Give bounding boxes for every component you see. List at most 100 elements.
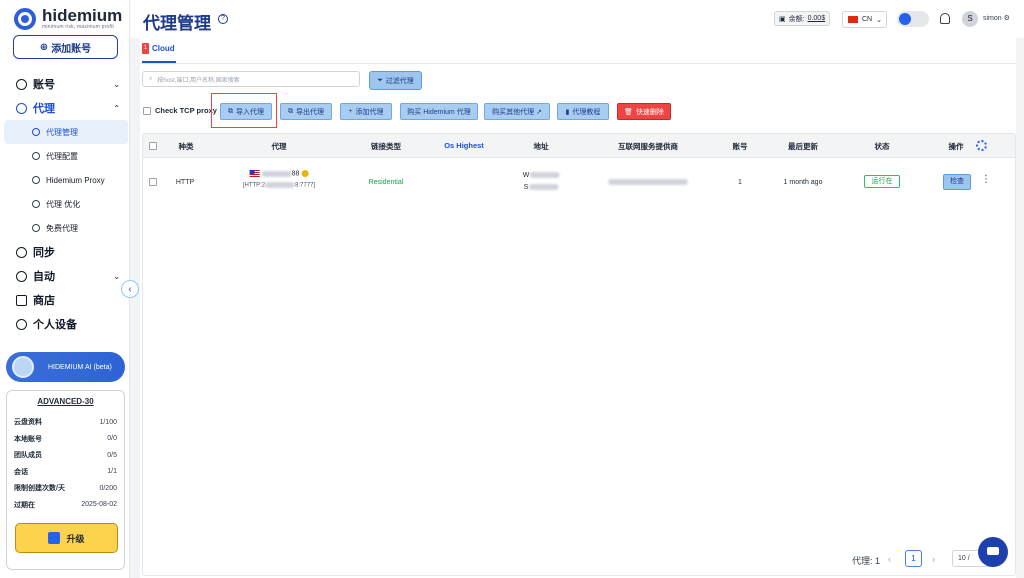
avatar[interactable]: S bbox=[962, 11, 978, 27]
col-actions: 操作 bbox=[948, 142, 964, 151]
col-last-update: 最后更新 bbox=[788, 142, 818, 151]
sidebar-subitem-proxy-management[interactable]: 代理管理 bbox=[4, 120, 128, 144]
cell-link-type: Residential bbox=[368, 179, 404, 186]
check-tcp-proxy[interactable]: Check TCP proxy bbox=[143, 106, 217, 115]
coin-icon bbox=[301, 170, 309, 177]
masked-host bbox=[261, 170, 292, 177]
us-flag-icon bbox=[249, 170, 260, 177]
cell-proxy-port: [HTTP:2 8:7777] bbox=[242, 182, 316, 189]
plus-icon: + bbox=[348, 108, 353, 115]
cell-isp bbox=[608, 179, 688, 186]
chevron-down-icon: ⌄ bbox=[113, 271, 120, 281]
export-proxy-button[interactable]: ⧉ 导出代理 bbox=[280, 103, 332, 120]
cell-address-1: W bbox=[523, 172, 560, 179]
chat-support-icon[interactable] bbox=[978, 537, 1008, 567]
checkbox[interactable] bbox=[143, 106, 151, 115]
plan-name[interactable]: ADVANCED-30 bbox=[14, 397, 117, 406]
cell-proxy-host: 88 bbox=[249, 170, 309, 177]
page-number[interactable]: 1 bbox=[905, 550, 922, 567]
sidebar-subitem-hidemium-proxy[interactable]: Hidemium Proxy bbox=[4, 168, 128, 192]
chevron-down-icon: ⌄ bbox=[113, 79, 120, 89]
bell-icon[interactable] bbox=[940, 13, 950, 24]
sun-icon bbox=[899, 13, 911, 25]
select-all-checkbox[interactable] bbox=[149, 142, 157, 150]
col-proxy: 代理 bbox=[271, 142, 287, 151]
prev-page-button[interactable]: ‹ bbox=[888, 554, 891, 564]
plan-row: 限制创建次数/天 0/200 bbox=[14, 484, 117, 493]
plan-card: ADVANCED-30 云盘资料 1/100 本地账号 0/0 团队成员 0/5 会话… bbox=[6, 390, 125, 570]
upgrade-icon bbox=[48, 532, 61, 544]
sidebar-subitem-proxy-optimize[interactable]: 代理 优化 bbox=[4, 192, 128, 216]
proxy-table: 种类 代理 链接类型 Os Highest 地址 互联网服务提供商 账号 最后更… bbox=[142, 133, 1016, 576]
sidebar-subitem-proxy-config[interactable]: 代理配置 bbox=[4, 144, 128, 168]
sidebar-item-proxy[interactable]: 代理 ⌃ bbox=[0, 96, 130, 120]
masked-isp bbox=[608, 179, 688, 186]
chevron-down-icon: ⌄ bbox=[876, 16, 882, 24]
tab-badge: 1 bbox=[142, 43, 149, 54]
settings-icon: ⚙ bbox=[1003, 15, 1010, 22]
masked-address bbox=[529, 172, 560, 179]
buy-other-proxy-button[interactable]: 购买其他代理 ↗ bbox=[484, 103, 550, 120]
add-proxy-button[interactable]: + 添加代理 bbox=[340, 103, 392, 120]
sidebar-item-sync[interactable]: 同步 bbox=[0, 240, 130, 264]
trash-icon: 🗑 bbox=[624, 108, 633, 116]
main-area: 代理管理 ? ▣ 余额: 0.00$ CN ⌄ S simon ⚙ 1 Clou… bbox=[130, 0, 1024, 578]
sidebar-item-store[interactable]: 商店 bbox=[0, 288, 130, 312]
plan-row: 会话 1/1 bbox=[14, 468, 117, 476]
add-account-button[interactable]: ⊕ 添加账号 bbox=[13, 35, 118, 59]
content-panel: 1 Cloud ⌕ 按host,端口,用户名称,国家搜索 ⏷ 过滤代理 Chec… bbox=[140, 38, 1016, 578]
buy-hidemium-proxy-button[interactable]: 购买 Hidemium 代理 bbox=[400, 103, 478, 120]
sidebar: hidemium minimum risk, maximum profit ⊕ … bbox=[0, 0, 130, 578]
balance-display[interactable]: ▣ 余额: 0.00$ bbox=[774, 11, 831, 26]
plus-circle-icon: ⊕ bbox=[39, 41, 49, 53]
row-checkbox[interactable] bbox=[149, 178, 157, 186]
col-os-highest[interactable]: Os Highest bbox=[444, 141, 484, 150]
upgrade-button[interactable]: 升级 bbox=[15, 523, 118, 553]
search-icon: ⌕ bbox=[149, 75, 153, 82]
chevron-left-icon: ‹ bbox=[128, 283, 132, 295]
more-options-icon[interactable]: ⋮ bbox=[981, 174, 991, 185]
quick-delete-button[interactable]: 🗑 快速删除 bbox=[617, 103, 671, 120]
collapse-sidebar-button[interactable]: ‹ bbox=[121, 280, 139, 298]
user-menu[interactable]: simon ⚙ bbox=[983, 14, 1010, 22]
masked-address bbox=[528, 184, 559, 191]
filter-proxy-button[interactable]: ⏷ 过滤代理 bbox=[369, 71, 422, 90]
sidebar-subitem-free-proxy[interactable]: 免费代理 bbox=[4, 216, 128, 240]
proxy-icon bbox=[32, 176, 40, 184]
check-button[interactable]: 检查 bbox=[943, 174, 971, 190]
sidebar-nav: 账号 ⌄ 代理 ⌃ 代理管理 代理配置 Hidemium Proxy 代理 优化… bbox=[0, 72, 130, 336]
col-isp: 互联网服务提供商 bbox=[618, 142, 678, 151]
col-type: 种类 bbox=[178, 142, 194, 151]
proxy-tutorial-button[interactable]: ▮ 代理教程 bbox=[557, 103, 609, 120]
wallet-icon: ▣ bbox=[779, 15, 786, 23]
next-page-button[interactable]: › bbox=[932, 554, 935, 564]
header: 代理管理 ? ▣ 余额: 0.00$ CN ⌄ S simon ⚙ bbox=[130, 0, 1024, 38]
hidemium-logo-icon bbox=[14, 8, 36, 30]
help-icon[interactable]: ? bbox=[218, 14, 228, 24]
chevron-up-icon: ⌃ bbox=[113, 103, 120, 113]
page-title: 代理管理 bbox=[143, 14, 211, 33]
sidebar-item-devices[interactable]: 个人设备 bbox=[0, 312, 130, 336]
theme-toggle[interactable] bbox=[897, 11, 929, 27]
hidemium-ai-button[interactable]: HIDEMIUM AI (beta) bbox=[6, 352, 125, 382]
tab-cloud[interactable]: Cloud bbox=[152, 44, 175, 53]
automation-icon bbox=[16, 270, 27, 282]
ai-bot-icon bbox=[12, 356, 34, 378]
proxy-icon bbox=[32, 200, 40, 208]
logo[interactable]: hidemium minimum risk, maximum profit bbox=[14, 7, 122, 30]
search-input[interactable]: ⌕ 按host,端口,用户名称,国家搜索 bbox=[142, 71, 360, 87]
store-icon bbox=[16, 294, 27, 306]
china-flag-icon bbox=[848, 16, 858, 23]
table-header: 种类 代理 链接类型 Os Highest 地址 互联网服务提供商 账号 最后更… bbox=[143, 134, 1015, 158]
language-select[interactable]: CN ⌄ bbox=[842, 11, 887, 28]
sidebar-item-accounts[interactable]: 账号 ⌄ bbox=[0, 72, 130, 96]
proxy-icon bbox=[32, 152, 40, 160]
plan-row: 云盘资料 1/100 bbox=[14, 418, 117, 427]
col-accounts: 账号 bbox=[732, 142, 748, 151]
cell-type: HTTP bbox=[175, 179, 195, 186]
gear-icon[interactable] bbox=[976, 140, 987, 151]
col-link-type: 链接类型 bbox=[371, 142, 401, 151]
pagination-total: 代理: 1 bbox=[852, 556, 881, 566]
book-icon: ▮ bbox=[565, 108, 570, 116]
sidebar-item-automation[interactable]: 自动 ⌄ bbox=[0, 264, 130, 288]
